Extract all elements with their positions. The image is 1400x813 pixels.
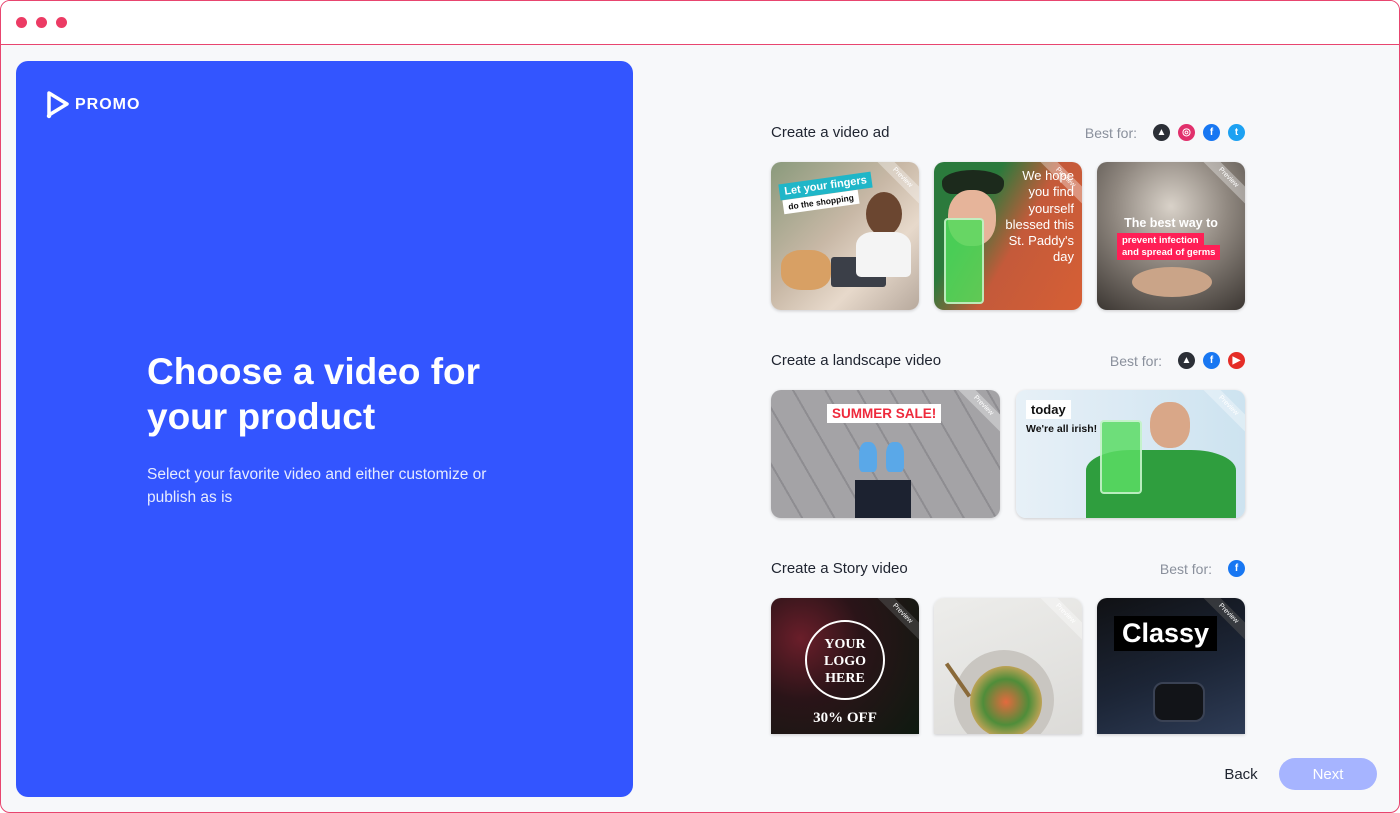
play-logo-icon [46,91,69,119]
template-thumbnail-irish[interactable]: today We're all irish! Preview [1016,390,1245,518]
intro-panel: PROMO Choose a video for your product Se… [16,61,633,797]
twitter-icon: t [1228,124,1245,141]
promo-icon: ▲ [1178,352,1195,369]
brand-name: PROMO [75,96,141,113]
maximize-window-dot[interactable] [56,17,67,28]
instagram-icon: ◎ [1178,124,1195,141]
page-title: Choose a video for your product [147,351,481,437]
youtube-icon: ▶ [1228,352,1245,369]
thumbnail-caption: Classy [1114,616,1218,651]
section-title-video-ad: Create a video ad [771,124,890,141]
logo-placeholder-text: YOUR LOGO HERE [823,637,866,686]
best-for-landscape: Best for: ▲ f ▶ [1110,352,1245,369]
close-window-dot[interactable] [16,17,27,28]
template-thumbnail-classy[interactable]: Classy Preview [1097,598,1245,734]
facebook-icon: f [1203,352,1220,369]
preview-ribbon: Preview [1199,162,1245,207]
thumbnail-caption: The best way to [1124,216,1218,230]
thumbnail-caption: We're all irish! [1026,423,1098,435]
preview-ribbon: Preview [1036,598,1082,643]
thumbnail-caption: today [1026,400,1071,419]
next-button[interactable]: Next [1279,758,1377,790]
preview-ribbon: Preview [954,390,1000,435]
section-title-story: Create a Story video [771,560,908,577]
minimize-window-dot[interactable] [36,17,47,28]
best-for-label: Best for: [1084,124,1137,141]
promo-icon: ▲ [1153,124,1170,141]
best-for-label: Best for: [1109,352,1162,369]
app-window: PROMO Choose a video for your product Se… [0,0,1400,813]
template-thumbnail-summer-sale[interactable]: SUMMER SALE! Preview [771,390,1000,518]
page-subtitle: Select your favorite video and either cu… [147,466,487,506]
facebook-icon: f [1228,560,1245,577]
best-for-label: Best for: [1159,560,1212,577]
brand-logo: PROMO [46,91,140,119]
template-thumbnail-logo[interactable]: YOUR LOGO HERE 30% OFF Preview [771,598,919,734]
best-for-story: Best for: f [1160,560,1245,577]
section-title-landscape: Create a landscape video [771,352,942,369]
template-thumbnail-food[interactable]: Preview [934,598,1082,734]
back-button[interactable]: Back [1213,761,1269,787]
template-thumbnail-st-paddys[interactable]: We hope you find yourself blessed this S… [934,162,1082,310]
thumbnail-caption: and spread of germs [1117,245,1221,260]
template-thumbnail-shopping[interactable]: Let your fingers do the shopping Preview [771,162,919,310]
title-bar [1,1,1399,45]
template-thumbnail-hygiene[interactable]: The best way to prevent infection and sp… [1097,162,1245,310]
best-for-video-ad: Best for: ▲ ◎ f t [1085,124,1245,141]
facebook-icon: f [1203,124,1220,141]
thumbnail-caption: SUMMER SALE! [827,404,942,423]
thumbnail-caption: 30% OFF [813,710,877,726]
preview-ribbon: Preview [1199,390,1245,435]
